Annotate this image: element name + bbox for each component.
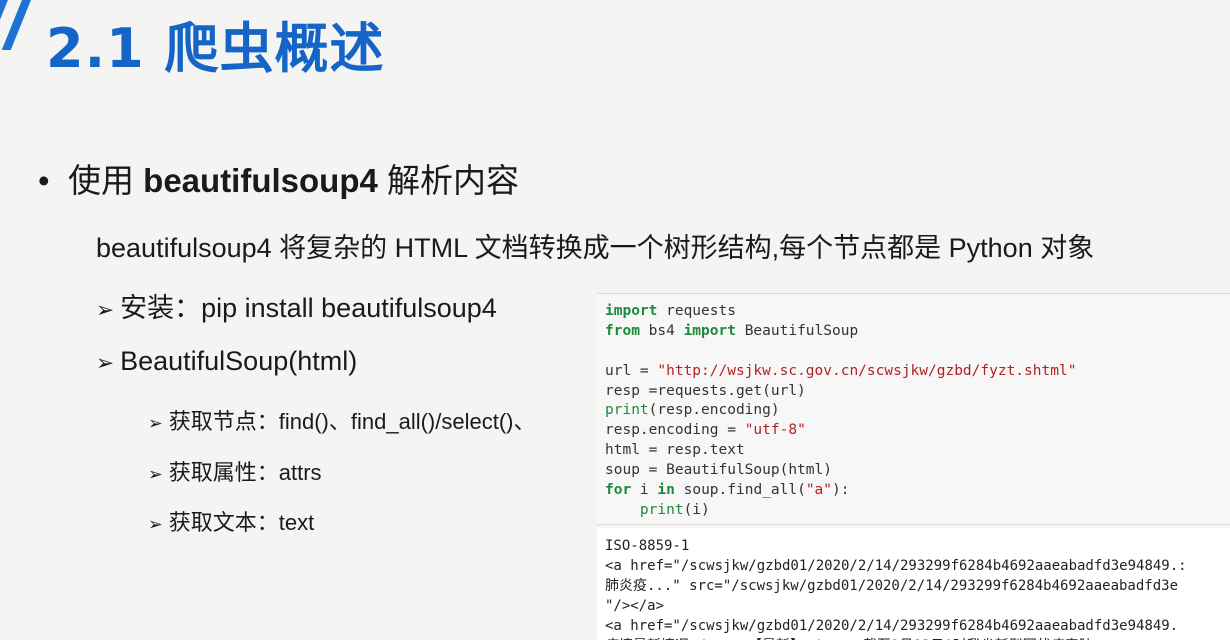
arrow-right-icon: ➢: [96, 297, 115, 322]
sub-item-beautifulsoup: ➢ BeautifulSoup(html): [96, 346, 358, 376]
sub-sub-item-nodes: ➢ 获取节点：find()、find_all()/select()、: [148, 409, 536, 434]
code-line: print(i): [639, 501, 710, 518]
code-line: resp =requests.get(url): [605, 382, 806, 399]
sub-item-install: ➢ 安装：pip install beautifulsoup4: [96, 293, 497, 323]
arrow-right-icon: ➢: [96, 350, 115, 375]
slide-title: 2.1 爬虫概述: [46, 17, 385, 80]
bullet-prefix: 使用: [68, 162, 144, 199]
arrow-right-icon: ➢: [148, 514, 163, 534]
sub-sub-item-text: ➢ 获取文本：text: [148, 510, 315, 535]
code-line: url = "http://wsjkw.sc.gov.cn/scwsjkw/gz…: [605, 362, 1077, 379]
code-line: from bs4 import BeautifulSoup: [605, 322, 859, 339]
output-line: "/></a>: [605, 598, 665, 614]
accent-stripe-small: [1, 0, 35, 50]
code-line: html = resp.text: [605, 442, 745, 459]
sub-sub-item-attrs: ➢ 获取属性：attrs: [148, 460, 322, 485]
code-line: soup = BeautifulSoup(html): [605, 462, 832, 479]
main-bullet: • 使用 beautifulsoup4 解析内容: [38, 154, 519, 202]
description-text: beautifulsoup4 将复杂的 HTML 文档转换成一个树形结构,每个节…: [96, 233, 1095, 263]
bullet-dot-icon: •: [38, 162, 50, 199]
code-line: for i in soup.find_all("a"):: [605, 482, 850, 499]
code-line: import requests: [605, 303, 736, 319]
accent-stripe: [0, 0, 12, 110]
code-line: print(resp.encoding): [605, 402, 780, 419]
output-line: 肺炎疫..." src="/scwsjkw/gzbd01/2020/2/14/2…: [605, 578, 1179, 594]
output-cell: ISO-8859-1 <a href="/scwsjkw/gzbd01/2020/…: [597, 528, 1230, 640]
code-cell: import requests from bs4 import Beautiful…: [597, 293, 1230, 525]
arrow-right-icon: ➢: [148, 413, 163, 433]
code-line: resp.encoding = "utf-8": [605, 422, 806, 439]
bullet-suffix: 解析内容: [377, 162, 520, 199]
arrow-right-icon: ➢: [148, 464, 163, 484]
output-line: 疫情最新情况</span>【最新】</span>截至2月13日0时我省新型冠状病…: [605, 636, 1230, 640]
output-line: <a href="/scwsjkw/gzbd01/2020/2/14/29329…: [605, 618, 1179, 634]
bullet-bold: beautifulsoup4: [143, 162, 378, 199]
output-line: ISO-8859-1: [605, 538, 690, 554]
output-line: <a href="/scwsjkw/gzbd01/2020/2/14/29329…: [605, 558, 1187, 574]
